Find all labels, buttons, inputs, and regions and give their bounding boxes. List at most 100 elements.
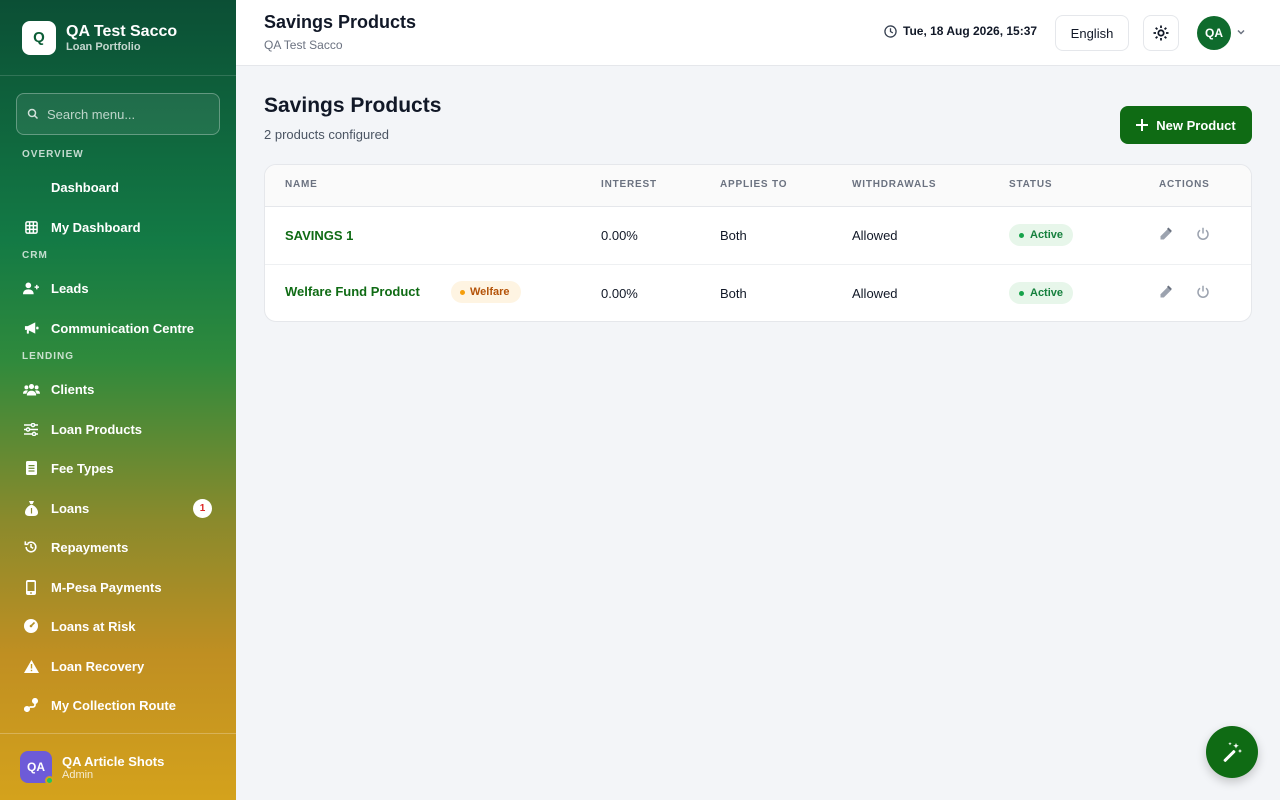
language-select[interactable]: English [1055, 15, 1129, 51]
brand-logo: Q [22, 20, 56, 55]
user-role: Admin [62, 768, 94, 781]
sidebar-item-dashboard[interactable]: Dashboard [22, 172, 216, 202]
sidebar-item-fee-types[interactable]: Fee Types [22, 453, 216, 483]
sidebar-item-label: Loans [51, 500, 90, 516]
plus-icon [1136, 119, 1149, 131]
sidebar-item-label: Fee Types [51, 460, 114, 476]
column-header-status[interactable]: STATUS [1009, 179, 1052, 190]
sidebar-item-loan-products[interactable]: Loan Products [22, 414, 216, 444]
header-subtitle: QA Test Sacco [264, 38, 343, 52]
sliders-icon [22, 422, 40, 436]
status-badge: Active [1009, 282, 1074, 304]
user-plus-icon [22, 281, 40, 295]
sidebar-item-clients[interactable]: Clients [22, 374, 216, 404]
savings-products-table: NAME INTEREST APPLIES TO WITHDRAWALS STA… [264, 164, 1252, 322]
search-box[interactable] [16, 93, 220, 135]
sidebar-item-label: M-Pesa Payments [51, 579, 162, 595]
header-title: Savings Products [264, 12, 417, 32]
new-product-label: New Product [1156, 117, 1236, 133]
money-bag-icon [22, 500, 40, 516]
sidebar: Q QA Test Sacco Loan Portfolio OVERVIEW … [0, 0, 236, 800]
section-crm: CRM [22, 250, 48, 261]
sidebar-item-label: Leads [51, 280, 89, 296]
sidebar-item-mpesa[interactable]: M-Pesa Payments [22, 572, 216, 602]
table-header: NAME INTEREST APPLIES TO WITHDRAWALS STA… [265, 165, 1251, 207]
brand[interactable]: Q QA Test Sacco Loan Portfolio [0, 0, 236, 76]
magic-wand-fab-button[interactable] [1206, 726, 1258, 778]
search-input[interactable] [47, 106, 207, 122]
document-icon [22, 461, 40, 475]
brand-subtitle: Loan Portfolio [66, 40, 141, 53]
sidebar-item-my-dashboard[interactable]: My Dashboard [22, 212, 216, 242]
theme-toggle-button[interactable] [1143, 15, 1179, 51]
sidebar-item-label: Communication Centre [51, 320, 195, 336]
sidebar-item-collection-route[interactable]: My Collection Route [22, 690, 216, 720]
product-name-link[interactable]: SAVINGS 1 [285, 228, 353, 243]
status-text: Active [1030, 229, 1064, 241]
welfare-tag-badge: Welfare [451, 281, 521, 303]
route-icon [22, 698, 40, 712]
column-header-withdrawals[interactable]: WITHDRAWALS [852, 179, 936, 190]
power-icon[interactable] [1196, 285, 1210, 299]
sidebar-item-leads[interactable]: Leads [22, 273, 216, 303]
section-lending: LENDING [22, 351, 74, 362]
new-product-button[interactable]: New Product [1120, 106, 1252, 144]
history-icon [22, 540, 40, 554]
warning-icon [22, 659, 40, 673]
mobile-phone-icon [22, 579, 40, 595]
tag-text: Welfare [470, 286, 510, 298]
power-icon[interactable] [1196, 227, 1210, 241]
search-icon [27, 108, 39, 120]
sidebar-item-repayments[interactable]: Repayments [22, 532, 216, 562]
online-status-dot [45, 776, 54, 785]
sidebar-item-loans[interactable]: Loans 1 [22, 493, 216, 523]
interest-cell: 0.00% [601, 228, 638, 243]
sidebar-item-loan-recovery[interactable]: Loan Recovery [22, 651, 216, 681]
chevron-down-icon[interactable] [1236, 27, 1246, 37]
sidebar-user[interactable]: QA QA Article Shots Admin [0, 733, 236, 800]
datetime: Tue, 18 Aug 2026, 15:37 [884, 24, 1037, 38]
withdrawals-cell: Allowed [852, 228, 898, 243]
sidebar-item-label: Loan Recovery [51, 658, 145, 674]
sidebar-item-label: Repayments [51, 539, 129, 555]
status-text: Active [1030, 287, 1064, 299]
sidebar-item-label: My Dashboard [51, 219, 141, 235]
column-header-interest[interactable]: INTEREST [601, 179, 657, 190]
gauge-icon [22, 619, 40, 633]
sidebar-item-label: Loans at Risk [51, 618, 136, 634]
withdrawals-cell: Allowed [852, 286, 898, 301]
edit-icon[interactable] [1159, 227, 1173, 241]
status-badge: Active [1009, 224, 1074, 246]
column-header-name[interactable]: NAME [285, 179, 318, 190]
sidebar-item-label: Dashboard [51, 179, 119, 195]
page-subtitle: 2 products configured [264, 127, 390, 142]
sidebar-item-label: Loan Products [51, 421, 143, 437]
applies-to-cell: Both [720, 286, 747, 301]
sidebar-item-communication[interactable]: Communication Centre [22, 313, 216, 343]
section-overview: OVERVIEW [22, 149, 84, 160]
edit-icon[interactable] [1159, 285, 1173, 299]
column-header-applies-to[interactable]: APPLIES TO [720, 179, 787, 190]
table-row: Welfare Fund Product Welfare 0.00% Both … [265, 265, 1251, 321]
user-name: QA Article Shots [62, 753, 165, 769]
grid-icon [22, 220, 40, 234]
datetime-text: Tue, 18 Aug 2026, 15:37 [903, 24, 1038, 38]
product-name-link[interactable]: Welfare Fund Product Welfare [285, 281, 521, 303]
user-avatar-button[interactable]: QA [1197, 16, 1231, 50]
loans-count-badge: 1 [193, 498, 212, 518]
interest-cell: 0.00% [601, 286, 638, 301]
megaphone-icon [22, 321, 40, 335]
clock-icon [884, 24, 897, 38]
magic-wand-icon [1223, 742, 1242, 762]
sidebar-item-label: My Collection Route [51, 697, 176, 713]
column-header-actions: ACTIONS [1159, 179, 1210, 190]
brand-title: QA Test Sacco [66, 22, 178, 40]
page-title: Savings Products [264, 94, 442, 117]
users-icon [22, 383, 40, 396]
sidebar-item-loans-at-risk[interactable]: Loans at Risk [22, 611, 216, 641]
sidebar-item-label: Clients [51, 381, 95, 397]
sun-icon [1153, 25, 1169, 41]
topbar: Savings Products QA Test Sacco Tue, 18 A… [236, 0, 1280, 66]
applies-to-cell: Both [720, 228, 747, 243]
table-row: SAVINGS 1 0.00% Both Allowed Active [265, 207, 1251, 265]
